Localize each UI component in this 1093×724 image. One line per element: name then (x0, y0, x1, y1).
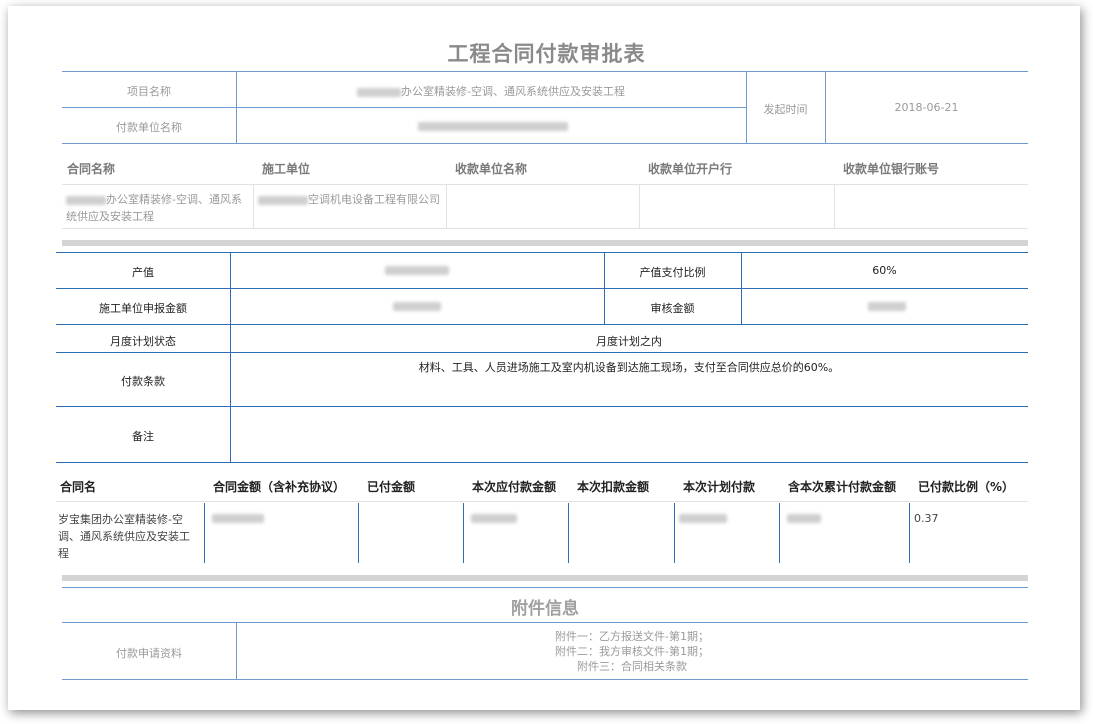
divider (446, 184, 447, 228)
section-separator (62, 240, 1028, 246)
paid-ratio-value: 0.37 (914, 512, 939, 525)
divider (639, 184, 640, 228)
divider (358, 503, 359, 563)
column-header: 本次扣款金额 (577, 480, 650, 494)
divider (62, 143, 1028, 144)
redacted-cumulative-amount (787, 514, 821, 523)
divider (62, 71, 1028, 72)
divider (56, 252, 1028, 253)
redacted-text (357, 87, 402, 97)
project-name-text: 办公室精装修-空调、通风系统供应及安装工程 (401, 85, 625, 98)
divider (909, 503, 910, 563)
summary-contract-name: 岁宝集团办公室精装修-空调、通风系统供应及安装工程 (58, 513, 190, 560)
redacted-planned-payment (679, 514, 727, 523)
redacted-output-value (385, 266, 449, 275)
column-header: 已付款比例（%） (918, 480, 1015, 494)
divider (62, 587, 1028, 588)
divider (779, 503, 780, 563)
divider (463, 503, 464, 563)
project-name-label: 项目名称 (127, 85, 171, 98)
section-separator (62, 575, 1028, 581)
divider (56, 288, 1028, 289)
column-header: 收款单位开户行 (648, 162, 733, 176)
contractor-cell: 空调机电设备工程有限公司 (258, 191, 442, 208)
project-name-value: 办公室精装修-空调、通风系统供应及安装工程 (236, 83, 746, 99)
divider (236, 71, 237, 143)
divider (568, 503, 569, 563)
attachments-label: 付款申请资料 (116, 647, 182, 660)
attachments-title: 附件信息 (511, 599, 579, 619)
divider (62, 184, 1028, 185)
attachment-item[interactable]: 附件二：我方审核文件-第1期； (236, 644, 1028, 659)
divider (62, 622, 1028, 623)
monthly-status-label: 月度计划状态 (110, 335, 176, 348)
redacted-text (66, 195, 106, 205)
divider (56, 501, 1028, 502)
ratio-value: 60% (872, 264, 897, 277)
page-title: 工程合同付款审批表 (447, 42, 646, 66)
divider (56, 462, 1028, 463)
redacted-payable-amount (471, 514, 517, 523)
divider (56, 406, 1028, 407)
column-header: 本次应付款金额 (472, 480, 557, 494)
audit-amount-label: 审核金额 (650, 302, 695, 315)
divider (253, 184, 254, 228)
start-time-label: 发起时间 (763, 103, 808, 116)
divider (62, 228, 1028, 229)
column-header: 收款单位银行账号 (843, 162, 940, 176)
column-header: 含本次累计付款金额 (788, 480, 897, 494)
divider (56, 324, 1028, 325)
redacted-text (258, 195, 308, 205)
column-header: 合同名 (60, 480, 97, 494)
divider (834, 184, 835, 228)
divider (56, 352, 1028, 353)
divider (741, 252, 742, 324)
column-header: 已付金额 (367, 480, 416, 494)
redacted-audit-amount (868, 302, 906, 311)
divider (230, 252, 231, 462)
output-label: 产值 (132, 266, 154, 279)
column-header: 合同名称 (67, 162, 116, 176)
attachment-item[interactable]: 附件三：合同相关条款 (236, 659, 1028, 674)
payment-terms-value: 材料、工具、人员进场施工及室内机设备到达施工现场，支付至合同供应总价的60%。 (418, 361, 840, 374)
divider (204, 503, 205, 563)
ratio-label: 产值支付比例 (639, 266, 706, 279)
start-time-value: 2018-06-21 (894, 101, 959, 114)
column-header: 施工单位 (262, 162, 311, 176)
column-header: 本次计划付款 (683, 480, 756, 494)
remark-label: 备注 (132, 430, 154, 443)
contractor-text: 空调机电设备工程有限公司 (308, 193, 440, 206)
column-header: 收款单位名称 (455, 162, 528, 176)
redacted-declared-amount (393, 302, 441, 311)
payer-label: 付款单位名称 (116, 121, 182, 134)
contract-name-cell: 办公室精装修-空调、通风系统供应及安装工程 (66, 191, 246, 225)
divider (62, 107, 746, 108)
attachment-item[interactable]: 附件一：乙方报送文件-第1期； (236, 629, 1028, 644)
redacted-payer-name (418, 122, 568, 131)
divider (62, 679, 1028, 680)
divider (674, 503, 675, 563)
redacted-contract-amount (212, 514, 264, 523)
payment-terms-label: 付款条款 (121, 375, 165, 388)
monthly-status-value: 月度计划之内 (596, 335, 662, 348)
column-header: 合同金额（含补充协议） (213, 480, 346, 494)
declared-amount-label: 施工单位申报金额 (99, 302, 187, 315)
